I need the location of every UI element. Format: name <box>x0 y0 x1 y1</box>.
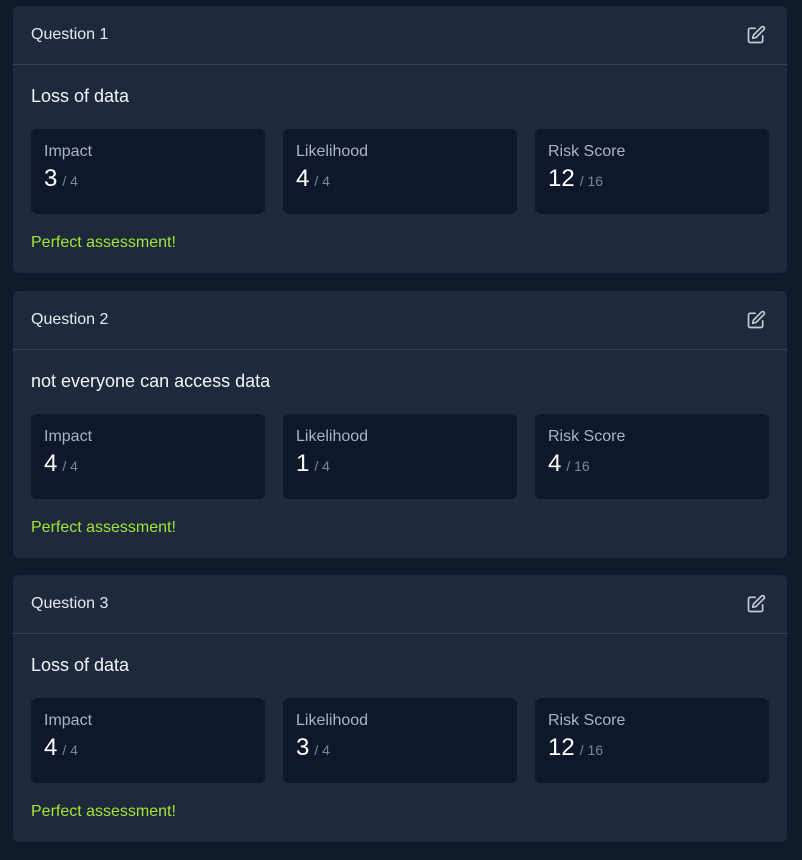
metric-value-row: 4 / 4 <box>44 733 252 763</box>
metrics-row: Impact 3 / 4 Likelihood 4 / 4 Risk Score <box>31 129 769 214</box>
metric-value-row: 4 / 16 <box>548 449 756 479</box>
question-card-header: Question 1 <box>13 6 787 65</box>
metric-label: Likelihood <box>296 428 369 445</box>
metric-max: / 4 <box>314 458 330 474</box>
metric-max: / 4 <box>62 173 78 189</box>
metric-value-row: 4 / 4 <box>296 164 504 194</box>
metric-value: 3 <box>44 165 58 192</box>
metric-value-row: 12 / 16 <box>548 164 756 194</box>
question-card-body: Loss of data Impact 3 / 4 Likelihood 4 /… <box>13 65 787 252</box>
question-card-3: Question 3 Loss of data Impact 4 / 4 Lik… <box>13 575 787 842</box>
metric-value-row: 3 / 4 <box>44 164 252 194</box>
metric-label: Risk Score <box>548 143 626 160</box>
likelihood-metric: Likelihood 3 / 4 <box>283 698 517 783</box>
assessment-results: Question 1 Loss of data Impact 3 / 4 Lik… <box>0 0 802 860</box>
metric-max: / 16 <box>579 742 604 758</box>
question-card-body: not everyone can access data Impact 4 / … <box>13 350 787 537</box>
metric-label: Impact <box>44 143 93 160</box>
metric-label: Impact <box>44 428 93 445</box>
feedback-message: Perfect assessment! <box>31 803 176 820</box>
metrics-row: Impact 4 / 4 Likelihood 3 / 4 Risk Score <box>31 698 769 783</box>
metric-label: Likelihood <box>296 143 369 160</box>
risk-score-metric: Risk Score 12 / 16 <box>535 698 769 783</box>
metric-max: / 16 <box>579 173 604 189</box>
question-text: Loss of data <box>31 86 130 106</box>
metric-label: Likelihood <box>296 712 369 729</box>
metric-max: / 4 <box>62 458 78 474</box>
question-title: Question 3 <box>31 595 109 612</box>
metric-label: Impact <box>44 712 93 729</box>
impact-metric: Impact 3 / 4 <box>31 129 265 214</box>
feedback-message: Perfect assessment! <box>31 519 176 536</box>
likelihood-metric: Likelihood 4 / 4 <box>283 129 517 214</box>
metric-value: 4 <box>548 450 562 477</box>
edit-button[interactable] <box>745 593 767 615</box>
edit-icon <box>747 25 766 44</box>
edit-button[interactable] <box>745 309 767 331</box>
likelihood-metric: Likelihood 1 / 4 <box>283 414 517 499</box>
metric-value: 12 <box>548 165 575 192</box>
question-card-body: Loss of data Impact 4 / 4 Likelihood 3 /… <box>13 634 787 821</box>
question-card-header: Question 3 <box>13 575 787 634</box>
metric-max: / 16 <box>566 458 590 474</box>
metric-value: 4 <box>44 734 58 761</box>
edit-icon <box>747 594 766 613</box>
question-title: Question 1 <box>31 26 109 43</box>
metric-label: Risk Score <box>548 712 626 729</box>
metric-value: 12 <box>548 734 575 761</box>
impact-metric: Impact 4 / 4 <box>31 414 265 499</box>
metric-max: / 4 <box>314 173 330 189</box>
edit-icon <box>747 310 766 329</box>
metric-value: 1 <box>296 450 310 477</box>
metric-value-row: 3 / 4 <box>296 733 504 763</box>
metric-value: 4 <box>44 450 58 477</box>
question-card-1: Question 1 Loss of data Impact 3 / 4 Lik… <box>13 6 787 273</box>
feedback-message: Perfect assessment! <box>31 234 176 251</box>
metrics-row: Impact 4 / 4 Likelihood 1 / 4 Risk Score <box>31 414 769 499</box>
risk-score-metric: Risk Score 12 / 16 <box>535 129 769 214</box>
metric-value-row: 1 / 4 <box>296 449 504 479</box>
question-card-header: Question 2 <box>13 291 787 350</box>
metric-value: 3 <box>296 734 310 761</box>
edit-button[interactable] <box>745 24 767 46</box>
question-card-2: Question 2 not everyone can access data … <box>13 291 787 558</box>
metric-label: Risk Score <box>548 428 626 445</box>
metric-value: 4 <box>296 165 310 192</box>
impact-metric: Impact 4 / 4 <box>31 698 265 783</box>
question-text: Loss of data <box>31 655 130 675</box>
question-text: not everyone can access data <box>31 371 271 391</box>
metric-max: / 4 <box>62 742 78 758</box>
metric-max: / 4 <box>314 742 330 758</box>
metric-value-row: 12 / 16 <box>548 733 756 763</box>
question-title: Question 2 <box>31 311 109 328</box>
risk-score-metric: Risk Score 4 / 16 <box>535 414 769 499</box>
metric-value-row: 4 / 4 <box>44 449 252 479</box>
